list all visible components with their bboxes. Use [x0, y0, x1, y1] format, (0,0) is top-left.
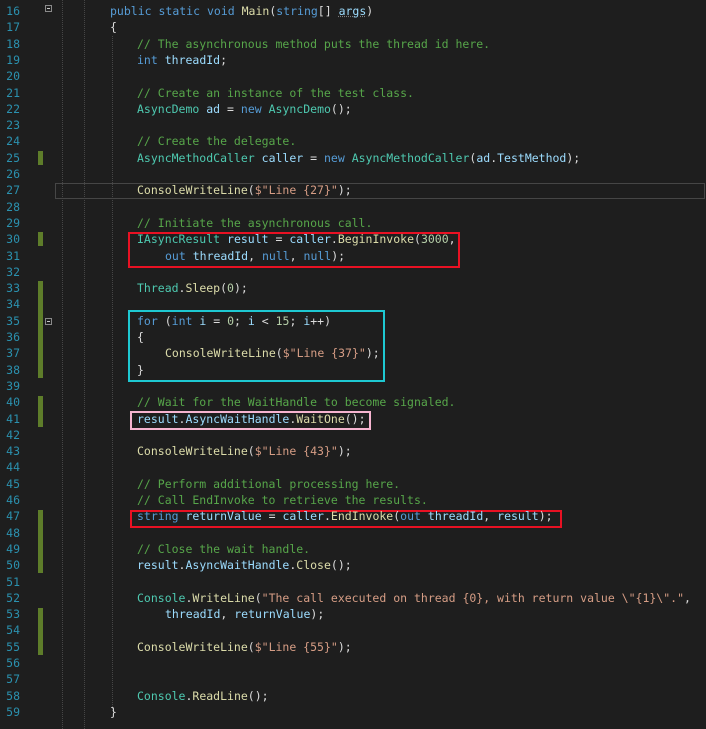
code-line-29: // Initiate the asynchronous call. — [137, 215, 373, 230]
line-number: 51 — [6, 574, 20, 589]
indent-guide — [84, 0, 85, 729]
code-line-55: ConsoleWriteLine($"Line {55}"); — [137, 639, 352, 654]
code-line-18: // The asynchronous method puts the thre… — [137, 36, 491, 51]
line-number-gutter: 16 17 18 19 20 21 22 23 24 25 26 27 28 29 30 31 32 33 34 35… — [0, 0, 58, 729]
line-number: 35 — [6, 313, 20, 328]
change-marker — [38, 510, 43, 573]
code-line-36: { — [137, 330, 144, 344]
code-line-17: { — [110, 20, 117, 35]
line-number: 34 — [6, 297, 20, 312]
line-number: 26 — [6, 167, 20, 181]
code-line-59: } — [110, 704, 117, 719]
code-line-24: // Create the delegate. — [137, 134, 297, 149]
change-marker — [38, 608, 43, 655]
line-number: 56 — [6, 656, 20, 670]
line-number: 28 — [6, 199, 20, 214]
code-line-27: ConsoleWriteLine($"Line {27}"); — [137, 183, 352, 198]
line-number: 19 — [6, 52, 20, 67]
line-number: 58 — [6, 688, 20, 703]
line-number: 47 — [6, 509, 20, 524]
line-number: 23 — [6, 118, 20, 133]
line-number: 39 — [6, 378, 20, 393]
code-line-43: ConsoleWriteLine($"Line {43}"); — [137, 444, 352, 459]
code-line-52: Console.WriteLine("The call executed on … — [137, 590, 691, 605]
line-number: 24 — [6, 134, 20, 149]
code-line-25: AsyncMethodCaller caller = new AsyncMeth… — [137, 150, 581, 165]
fold-toggle-main[interactable] — [45, 5, 52, 12]
line-number: 33 — [6, 281, 20, 296]
line-number: 55 — [6, 639, 20, 654]
line-number: 30 — [6, 232, 20, 247]
line-number: 44 — [6, 460, 20, 475]
line-number: 17 — [6, 20, 20, 35]
code-line-50: result.AsyncWaitHandle.Close(); — [137, 558, 352, 573]
code-line-30: IAsyncResult result = caller.BeginInvoke… — [137, 232, 456, 247]
change-marker — [38, 396, 43, 427]
code-line-40: // Wait for the WaitHandle to become sig… — [137, 395, 456, 410]
line-number: 54 — [6, 623, 20, 638]
line-number: 42 — [6, 427, 20, 442]
line-number: 46 — [6, 493, 20, 507]
line-number: 48 — [6, 525, 20, 540]
line-number: 32 — [6, 264, 20, 279]
line-number: 22 — [6, 101, 20, 116]
line-number: 53 — [6, 607, 20, 622]
line-number: 29 — [6, 215, 20, 230]
fold-toggle-for[interactable] — [45, 318, 52, 325]
line-number: 43 — [6, 444, 20, 459]
change-marker — [38, 232, 43, 246]
code-line-22: AsyncDemo ad = new AsyncDemo(); — [137, 101, 352, 116]
line-number: 50 — [6, 558, 20, 573]
line-number: 37 — [6, 346, 20, 361]
line-number: 38 — [6, 362, 20, 377]
indent-guide — [62, 0, 63, 729]
line-number: 18 — [6, 36, 20, 51]
code-line-45: // Perform additional processing here. — [137, 476, 401, 491]
code-line-58: Console.ReadLine(); — [137, 688, 269, 703]
line-number: 40 — [6, 395, 20, 410]
line-number: 16 — [6, 4, 20, 18]
line-number: 36 — [6, 330, 20, 344]
indent-guide — [112, 36, 113, 711]
line-number: 21 — [6, 85, 20, 100]
line-number: 59 — [6, 704, 20, 719]
line-number: 52 — [6, 590, 20, 605]
code-line-46: // Call EndInvoke to retrieve the result… — [137, 493, 428, 507]
code-line-37: ConsoleWriteLine($"Line {37}"); — [165, 346, 380, 361]
line-number: 41 — [6, 411, 20, 426]
code-line-19: int threadId; — [137, 52, 228, 67]
code-line-16: public static void Main(string[] args) — [110, 4, 374, 18]
code-line-41: result.AsyncWaitHandle.WaitOne(); — [137, 411, 366, 426]
code-line-21: // Create an instance of the test class. — [137, 85, 414, 100]
change-marker — [38, 151, 43, 165]
line-number: 25 — [6, 150, 20, 165]
code-line-53: threadId, returnValue); — [165, 607, 325, 622]
code-line-38: } — [137, 362, 144, 377]
code-line-31: out threadId, null, null); — [165, 248, 346, 263]
line-number: 31 — [6, 248, 20, 263]
change-marker — [38, 281, 43, 378]
code-line-47: string returnValue = caller.EndInvoke(ou… — [137, 509, 553, 524]
code-line-35: for (int i = 0; i < 15; i++) — [137, 313, 332, 328]
code-line-33: Thread.Sleep(0); — [137, 281, 248, 296]
line-number: 27 — [6, 183, 20, 198]
code-editor[interactable]: 16 17 18 19 20 21 22 23 24 25 26 27 28 29 30 31 32 33 34 35… — [0, 0, 706, 729]
line-number: 45 — [6, 476, 20, 491]
line-number: 49 — [6, 541, 20, 556]
line-number: 57 — [6, 672, 20, 687]
code-line-49: // Close the wait handle. — [137, 541, 311, 556]
line-number: 20 — [6, 69, 20, 84]
